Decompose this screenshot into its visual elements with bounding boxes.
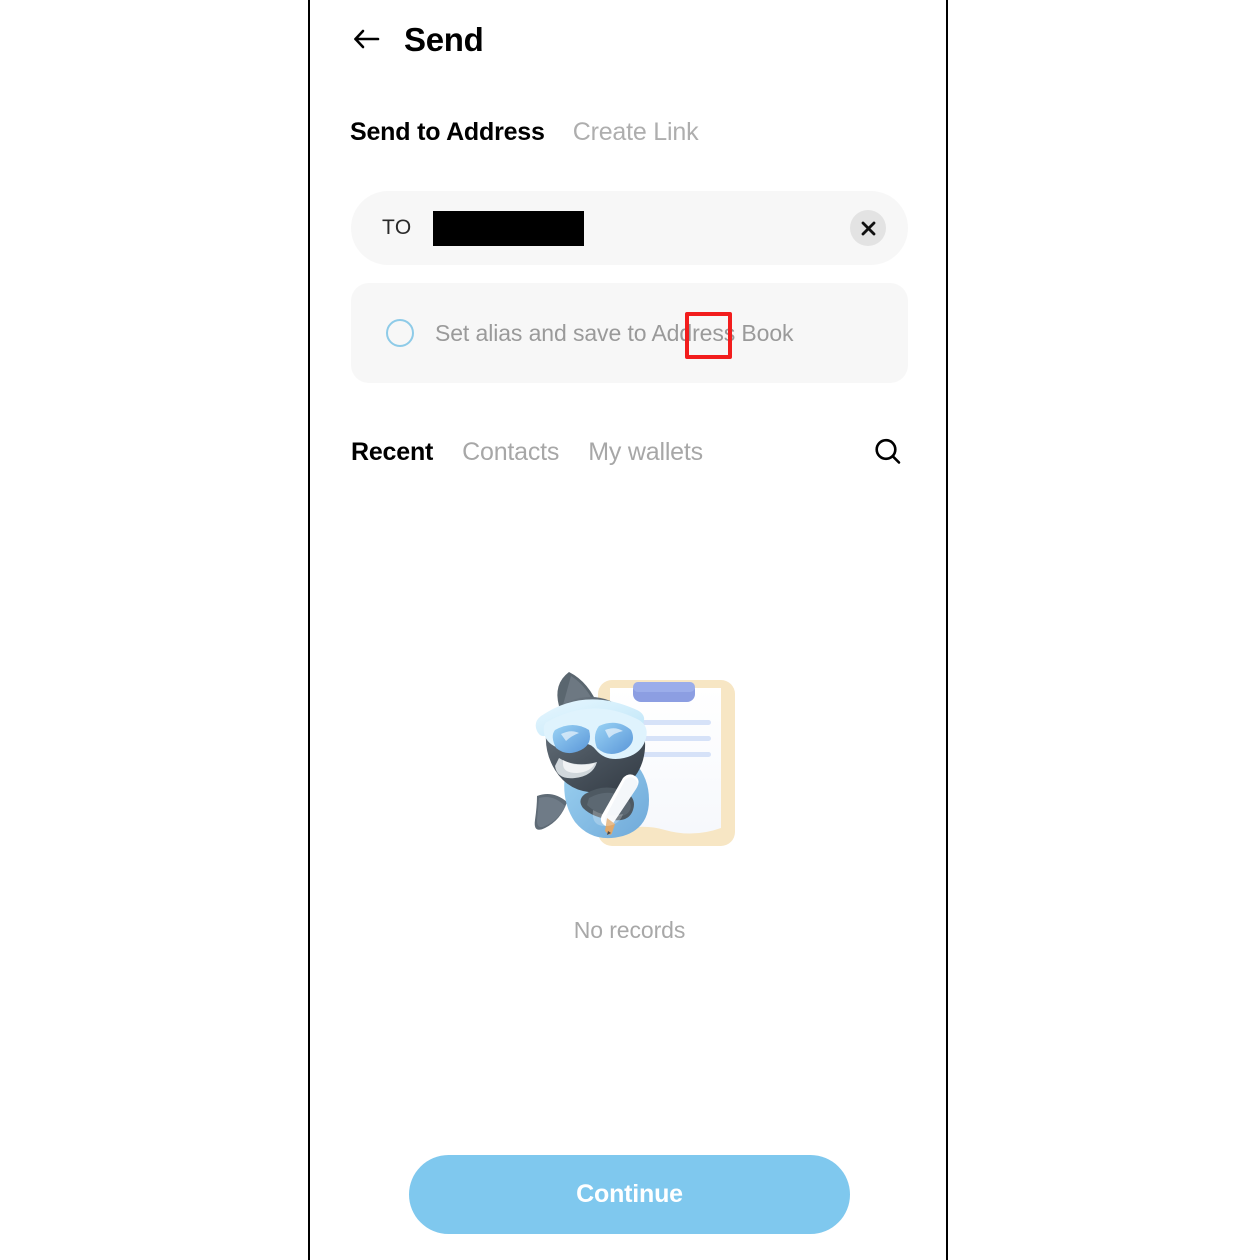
set-alias-label: Set alias and save to Address Book bbox=[435, 319, 794, 346]
recipient-address-value-redacted bbox=[432, 210, 584, 246]
search-icon[interactable] bbox=[868, 432, 908, 472]
set-alias-option-row[interactable]: Set alias and save to Address Book bbox=[351, 283, 908, 383]
tab-contacts[interactable]: Contacts bbox=[462, 438, 559, 467]
shark-mascot-with-clipboard-illustration bbox=[515, 660, 745, 875]
address-list-tabs: Recent Contacts My wallets bbox=[351, 432, 908, 472]
page-header: Send bbox=[350, 20, 484, 58]
tab-my-wallets[interactable]: My wallets bbox=[588, 438, 703, 467]
back-arrow-icon[interactable] bbox=[350, 22, 384, 56]
recipient-label: TO bbox=[382, 216, 412, 239]
tab-recent[interactable]: Recent bbox=[351, 438, 433, 467]
clear-address-button[interactable] bbox=[850, 210, 886, 246]
page-title: Send bbox=[404, 20, 484, 58]
send-mode-tabs: Send to Address Create Link bbox=[350, 118, 699, 147]
send-screen: Send Send to Address Create Link TO Set … bbox=[310, 0, 946, 1260]
recipient-address-field[interactable]: TO bbox=[351, 191, 908, 265]
empty-state-message: No records bbox=[573, 917, 686, 943]
radio-unchecked-icon[interactable] bbox=[386, 319, 414, 347]
tab-send-to-address[interactable]: Send to Address bbox=[350, 118, 545, 147]
continue-button-label: Continue bbox=[576, 1180, 683, 1208]
set-alias-radio-wrap[interactable] bbox=[377, 310, 423, 356]
continue-button[interactable]: Continue bbox=[409, 1155, 850, 1234]
tab-create-link[interactable]: Create Link bbox=[573, 118, 699, 147]
empty-state: No records bbox=[351, 660, 908, 944]
viewport-frame-right-edge bbox=[946, 0, 948, 1260]
app-root: Send Send to Address Create Link TO Set … bbox=[0, 0, 1260, 1260]
